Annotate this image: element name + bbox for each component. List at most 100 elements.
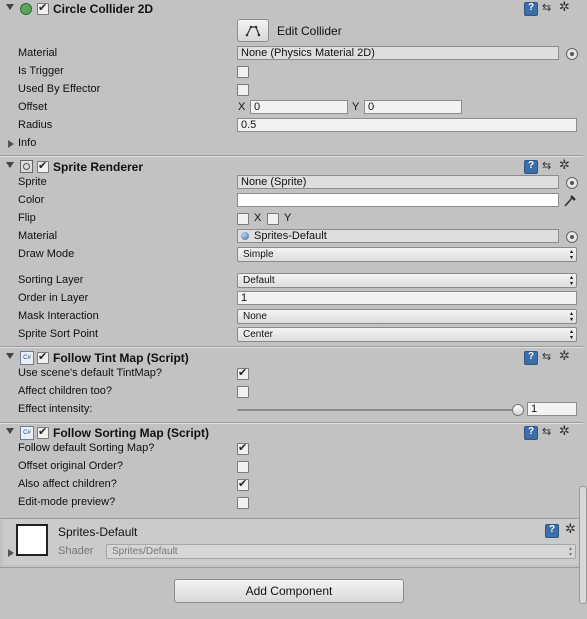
edit-collider-button[interactable]: [237, 19, 269, 42]
scrollbar[interactable]: [579, 486, 587, 604]
flip-label: Flip: [18, 212, 36, 224]
intensity-slider-track[interactable]: [237, 409, 518, 411]
sprite-material-field[interactable]: Sprites-Default: [237, 229, 559, 243]
gear-icon[interactable]: ✲: [559, 349, 573, 363]
add-component-button[interactable]: Add Component: [174, 579, 404, 603]
radius-label: Radius: [18, 119, 53, 131]
edit-mode-preview-checkbox[interactable]: [237, 497, 249, 509]
circle-collider-enabled-checkbox[interactable]: [37, 1, 49, 15]
edit-collider-label: Edit Collider: [277, 24, 342, 38]
edit-collider-icon: [245, 25, 261, 37]
shader-dropdown[interactable]: Sprites/Default: [106, 544, 576, 559]
material-name: Sprites-Default: [58, 525, 138, 539]
gear-icon[interactable]: ✲: [565, 522, 579, 536]
is-trigger-label: Is Trigger: [18, 65, 64, 77]
help-book-icon[interactable]: [524, 351, 538, 365]
mask-interaction-dropdown[interactable]: None: [237, 309, 577, 324]
offset-y-field[interactable]: 0: [364, 100, 462, 114]
use-default-tintmap-label: Use scene's default TintMap?: [18, 367, 162, 379]
affect-children-label: Affect children too?: [18, 385, 112, 397]
flip-y-checkbox[interactable]: [267, 213, 279, 225]
flip-x-checkbox[interactable]: [237, 213, 249, 225]
foldout-arrow-icon[interactable]: [6, 353, 14, 359]
flip-y-label: Y: [284, 212, 292, 224]
script-icon: C#: [20, 351, 34, 365]
presets-sliders-icon[interactable]: ⇆: [542, 426, 554, 438]
separator: [0, 347, 583, 348]
draw-mode-dropdown[interactable]: Simple: [237, 247, 577, 262]
sprite-renderer-enabled-checkbox[interactable]: [37, 159, 49, 173]
intensity-field[interactable]: 1: [527, 402, 577, 416]
presets-sliders-icon[interactable]: ⇆: [542, 351, 554, 363]
offset-x-label[interactable]: X: [238, 101, 245, 113]
foldout-arrow-icon[interactable]: [6, 4, 14, 10]
is-trigger-checkbox[interactable]: [237, 66, 249, 78]
gear-icon[interactable]: ✲: [559, 0, 573, 14]
material-preview-thumbnail[interactable]: [16, 524, 48, 556]
intensity-slider-thumb[interactable]: [512, 404, 524, 416]
sprite-field[interactable]: None (Sprite): [237, 175, 559, 189]
follow-sorting-enabled-checkbox[interactable]: [37, 425, 49, 439]
separator: [0, 156, 583, 157]
follow-default-sorting-checkbox[interactable]: [237, 441, 249, 455]
follow-sorting-map-header[interactable]: C# Follow Sorting Map (Script) ⇆ ✲: [0, 424, 583, 442]
order-in-layer-field[interactable]: 1: [237, 291, 577, 305]
circle-collider-header[interactable]: Circle Collider 2D ⇆ ✲: [0, 0, 583, 18]
offset-y-label[interactable]: Y: [352, 101, 359, 113]
affect-children-checkbox[interactable]: [237, 386, 249, 398]
object-picker-icon[interactable]: [566, 48, 578, 60]
object-picker-icon[interactable]: [566, 231, 578, 243]
info-foldout[interactable]: Info: [18, 137, 36, 149]
help-book-icon[interactable]: [524, 160, 538, 174]
offset-label: Offset: [18, 101, 48, 113]
color-label: Color: [18, 194, 45, 206]
also-affect-children-checkbox[interactable]: [237, 477, 249, 491]
sprite-sort-point-label: Sprite Sort Point: [18, 328, 99, 340]
shader-label: Shader: [58, 545, 94, 557]
radius-field[interactable]: 0.5: [237, 118, 577, 132]
material-label: Material: [18, 47, 58, 59]
follow-tint-enabled-checkbox[interactable]: [37, 350, 49, 364]
used-by-effector-label: Used By Effector: [18, 83, 101, 95]
sprite-renderer-icon: [20, 160, 33, 173]
script-icon: C#: [20, 426, 34, 440]
eyedropper-icon[interactable]: [563, 193, 577, 208]
follow-default-sorting-label: Follow default Sorting Map?: [18, 442, 155, 454]
use-default-tintmap-checkbox[interactable]: [237, 366, 249, 380]
material-sphere-icon: [241, 232, 249, 240]
sorting-layer-dropdown[interactable]: Default: [237, 273, 577, 288]
object-picker-icon[interactable]: [566, 177, 578, 189]
help-book-icon[interactable]: [524, 2, 538, 16]
flip-x-label: X: [254, 212, 262, 224]
also-affect-children-label: Also affect children?: [18, 478, 117, 490]
foldout-arrow-icon[interactable]: [6, 162, 14, 168]
help-book-icon[interactable]: [545, 524, 559, 538]
order-in-layer-label: Order in Layer: [18, 292, 89, 304]
gear-icon[interactable]: ✲: [559, 424, 573, 438]
offset-x-field[interactable]: 0: [250, 100, 348, 114]
presets-sliders-icon[interactable]: ⇆: [542, 2, 554, 14]
component-title: Sprite Renderer: [53, 160, 144, 174]
used-by-effector-checkbox[interactable]: [237, 84, 249, 96]
component-title: Circle Collider 2D: [53, 2, 154, 16]
separator: [0, 567, 583, 568]
sprite-label: Sprite: [18, 176, 47, 188]
sprite-renderer-header[interactable]: Sprite Renderer ⇆ ✲: [0, 158, 583, 176]
presets-sliders-icon[interactable]: ⇆: [542, 160, 554, 172]
offset-original-order-checkbox[interactable]: [237, 461, 249, 473]
material-label: Material: [18, 230, 58, 242]
gear-icon[interactable]: ✲: [559, 158, 573, 172]
mask-interaction-label: Mask Interaction: [18, 310, 99, 322]
help-book-icon[interactable]: [524, 426, 538, 440]
circle-collider-icon: [20, 3, 32, 15]
color-field[interactable]: [237, 193, 559, 207]
effect-intensity-label: Effect intensity:: [18, 403, 93, 415]
info-foldout-icon[interactable]: [8, 140, 14, 148]
component-title: Follow Tint Map (Script): [53, 351, 189, 365]
foldout-arrow-icon[interactable]: [6, 428, 14, 434]
follow-tint-map-header[interactable]: C# Follow Tint Map (Script) ⇆ ✲: [0, 349, 583, 367]
draw-mode-label: Draw Mode: [18, 248, 75, 260]
sprite-sort-point-dropdown[interactable]: Center: [237, 327, 577, 342]
material-foldout-icon[interactable]: [8, 549, 14, 557]
physics-material-field[interactable]: None (Physics Material 2D): [237, 46, 559, 60]
